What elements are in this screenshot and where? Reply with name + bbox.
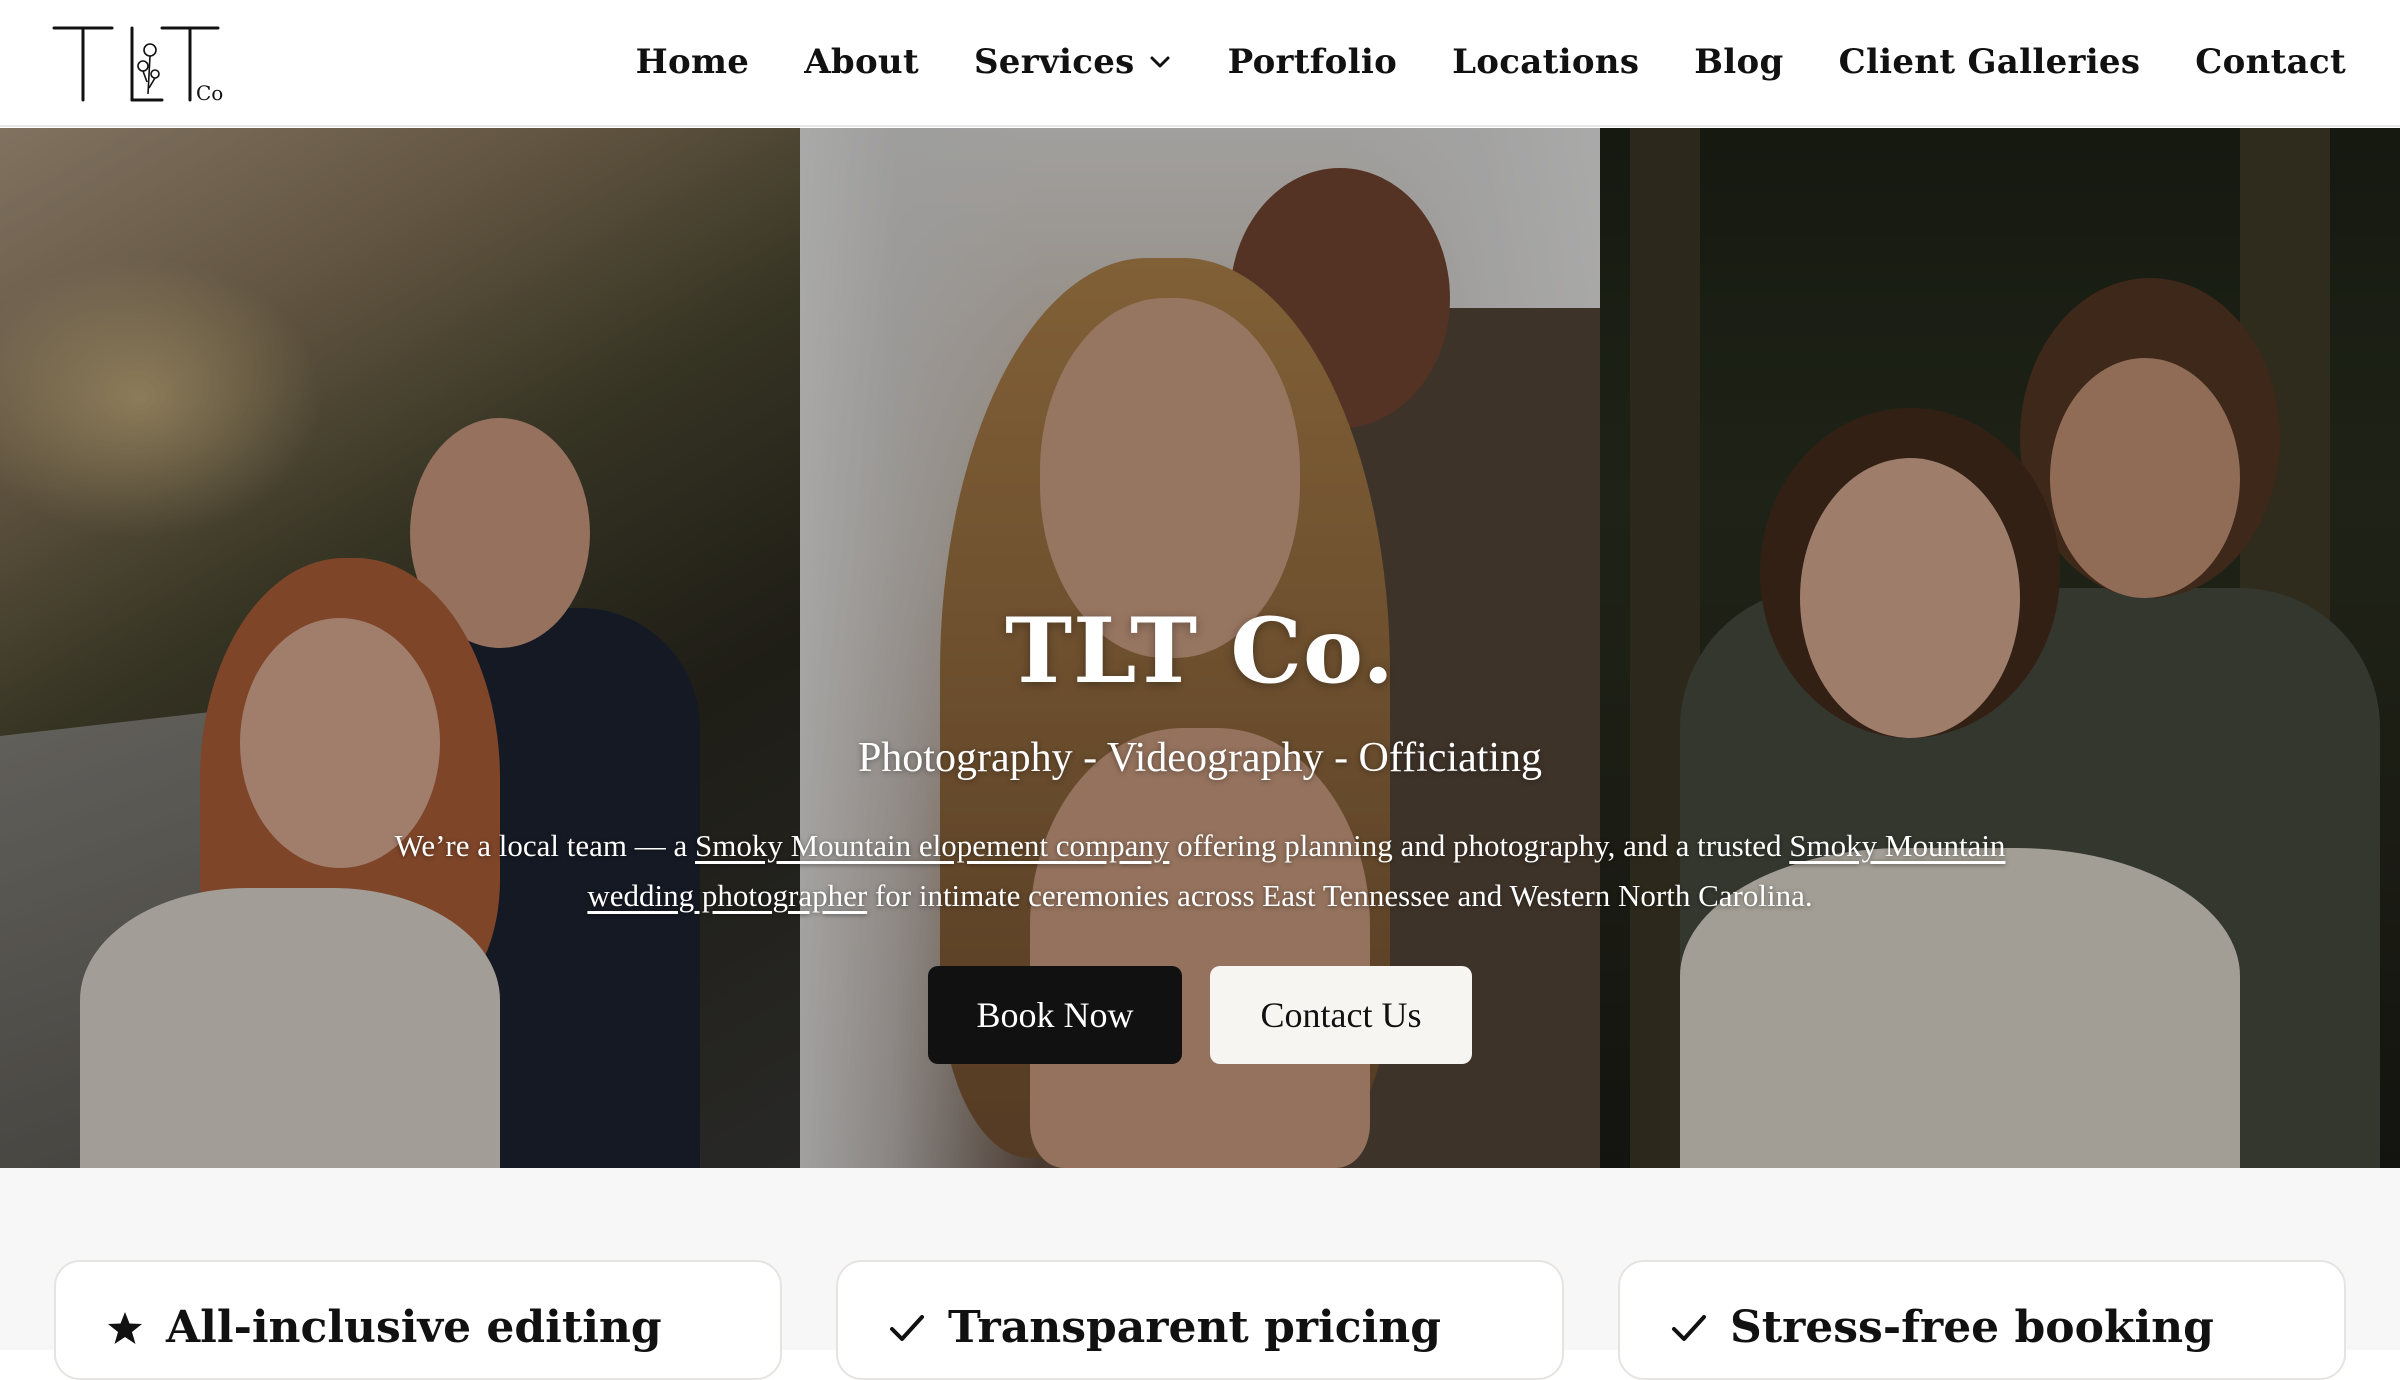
elopement-company-link[interactable]: Smoky Mountain elopement company: [695, 828, 1169, 863]
nav-item-home[interactable]: Home: [636, 42, 750, 82]
nav-label: Services: [973, 42, 1135, 82]
nav-item-about[interactable]: About: [804, 42, 919, 82]
site-logo[interactable]: Co: [50, 22, 230, 106]
star-icon: [106, 1309, 144, 1347]
feature-title-text: Stress-free booking: [1730, 1302, 2214, 1353]
hero-title: TLT Co.: [1005, 598, 1395, 704]
hero-content: TLT Co. Photography - Videography - Offi…: [0, 128, 2400, 1168]
desc-text: for intimate ceremonies across East Tenn…: [867, 878, 1813, 913]
hero-subtitle: Photography - Videography - Officiating: [857, 735, 1543, 781]
nav-item-client-galleries[interactable]: Client Galleries: [1839, 42, 2141, 82]
features-section: All-inclusive editing Transparent pricin…: [0, 1168, 2400, 1380]
feature-title-text: All-inclusive editing: [166, 1302, 662, 1353]
desc-text: offering planning and photography, and a…: [1169, 828, 1790, 863]
feature-card: All-inclusive editing: [54, 1260, 782, 1380]
feature-title: All-inclusive editing: [106, 1302, 662, 1353]
hero-section: TLT Co. Photography - Videography - Offi…: [0, 128, 2400, 1168]
desc-text: We’re a local team — a: [394, 828, 696, 863]
nav-label: Blog: [1694, 42, 1784, 82]
nav-item-blog[interactable]: Blog: [1694, 42, 1783, 82]
book-now-button[interactable]: Book Now: [928, 966, 1182, 1064]
nav-item-locations[interactable]: Locations: [1452, 42, 1639, 82]
nav-item-services[interactable]: Services: [974, 42, 1173, 82]
feature-card: Stress-free booking: [1618, 1260, 2346, 1380]
nav-label: About: [804, 42, 919, 82]
nav-label: Locations: [1452, 42, 1640, 82]
check-icon: [888, 1309, 926, 1347]
hero-description: We’re a local team — a Smoky Mountain el…: [340, 821, 2060, 921]
feature-title: Stress-free booking: [1670, 1302, 2214, 1353]
main-nav: Home About Services Portfolio Locations …: [636, 0, 2346, 124]
chevron-down-icon[interactable]: [1147, 49, 1173, 75]
feature-title: Transparent pricing: [888, 1302, 1441, 1353]
nav-item-portfolio[interactable]: Portfolio: [1228, 42, 1397, 82]
nav-label: Home: [635, 42, 750, 82]
contact-us-button[interactable]: Contact Us: [1210, 966, 1472, 1064]
nav-label: Contact: [2195, 42, 2346, 82]
check-icon: [1670, 1309, 1708, 1347]
feature-title-text: Transparent pricing: [948, 1302, 1442, 1353]
nav-item-contact[interactable]: Contact: [2195, 42, 2346, 82]
site-header: Co Home About Services Portfolio Locatio…: [0, 0, 2400, 127]
nav-label: Client Galleries: [1838, 42, 2141, 82]
nav-label: Portfolio: [1227, 42, 1398, 82]
hero-buttons: Book Now Contact Us: [0, 966, 2400, 1064]
logo-mark-icon: Co: [52, 26, 223, 105]
feature-card: Transparent pricing: [836, 1260, 1564, 1380]
svg-text:Co: Co: [196, 81, 223, 105]
